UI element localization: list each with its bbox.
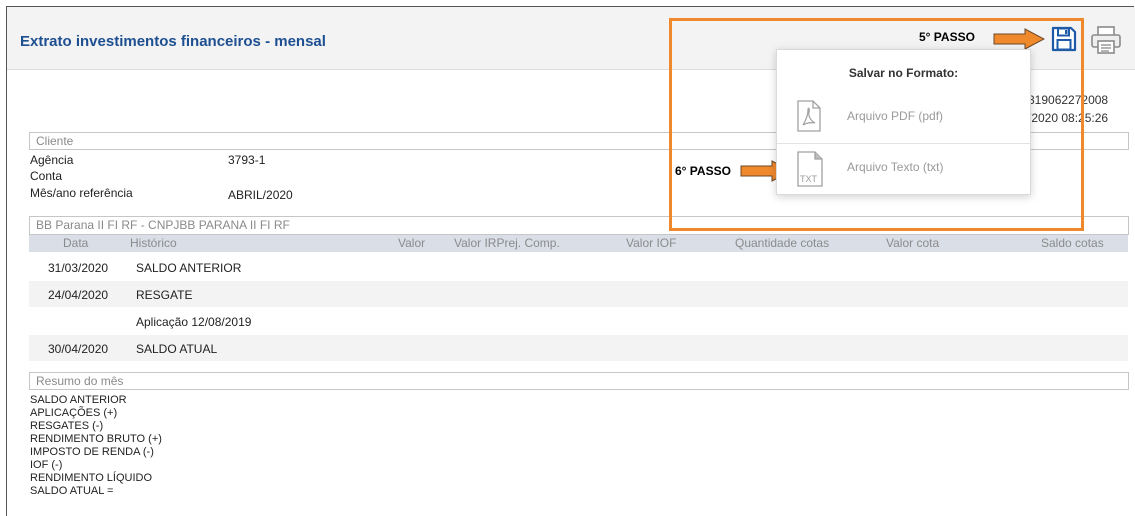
step-5-arrow-icon [993,28,1045,50]
save-pdf-option[interactable]: Arquivo PDF (pdf) [787,95,1020,140]
col-valor: Valor [398,236,426,250]
step-5-label: 5° PASSO [919,30,975,44]
agencia-value: 3793-1 [228,153,266,167]
row-date: 30/04/2020 [48,342,109,356]
resumo-panel: Resumo do mês [29,372,1129,390]
save-txt-option[interactable]: TXT Arquivo Texto (txt) [787,146,1020,191]
pdf-file-icon [797,100,821,135]
summary-item: RENDIMENTO BRUTO (+) [30,433,162,445]
summary-item: SALDO ANTERIOR [30,394,127,406]
row-date: 24/04/2020 [48,288,109,302]
summary-item: IOF (-) [30,459,63,471]
popup-divider [777,143,1030,144]
row-historico: RESGATE [136,288,193,302]
summary-item: APLICAÇÕES (+) [30,407,118,419]
save-format-popup: Salvar no Formato: Arquivo PDF (pdf) TXT… [776,49,1031,195]
resumo-panel-title: Resumo do mês [36,374,124,388]
summary-item: RESGATES (-) [30,420,104,432]
col-data: Data [63,236,89,250]
summary-item: SALDO ATUAL = [30,485,114,497]
table-row: 24/04/2020 RESGATE [29,281,1128,307]
col-valor-iof: Valor IOF [626,236,677,250]
row-historico: Aplicação 12/08/2019 [136,315,252,329]
agencia-label: Agência [30,153,74,167]
print-button[interactable] [1090,25,1122,55]
col-quantidade-cotas: Quantidade cotas [735,236,830,250]
printer-icon [1091,26,1121,54]
mes-ano-value: ABRIL/2020 [228,188,293,202]
step-6-label: 6° PASSO [675,164,731,178]
col-saldo-cotas: Saldo cotas [1041,236,1104,250]
row-historico: SALDO ANTERIOR [136,261,242,275]
col-valor-cota: Valor cota [886,236,940,250]
page-title: Extrato investimentos financeiros - mens… [20,33,326,50]
summary-item: IMPOSTO DE RENDA (-) [30,446,154,458]
col-valor-irprej: Valor IRPrej. Comp. [454,236,560,250]
row-historico: SALDO ATUAL [136,342,218,356]
row-date: 31/03/2020 [48,261,109,275]
table-header: Data Histórico Valor Valor IRPrej. Comp.… [29,235,1128,252]
fund-panel-title: BB Parana II FI RF - CNPJBB PARANA II FI… [36,218,290,232]
table-row: 31/03/2020 SALDO ANTERIOR [29,254,1128,280]
cliente-panel-title: Cliente [36,134,74,148]
txt-file-icon: TXT [797,151,823,190]
col-historico: Histórico [130,236,177,250]
svg-text:TXT: TXT [800,174,818,184]
popup-title: Salvar no Formato: [848,66,959,80]
table-row: Aplicação 12/08/2019 [29,308,1128,334]
mes-ano-label: Mês/ano referência [30,186,133,200]
table-row: 30/04/2020 SALDO ATUAL [29,335,1128,361]
pdf-option-label: Arquivo PDF (pdf) [847,109,944,123]
conta-label: Conta [30,169,63,183]
summary-item: RENDIMENTO LÍQUIDO [30,472,153,484]
txt-option-label: Arquivo Texto (txt) [847,160,944,174]
